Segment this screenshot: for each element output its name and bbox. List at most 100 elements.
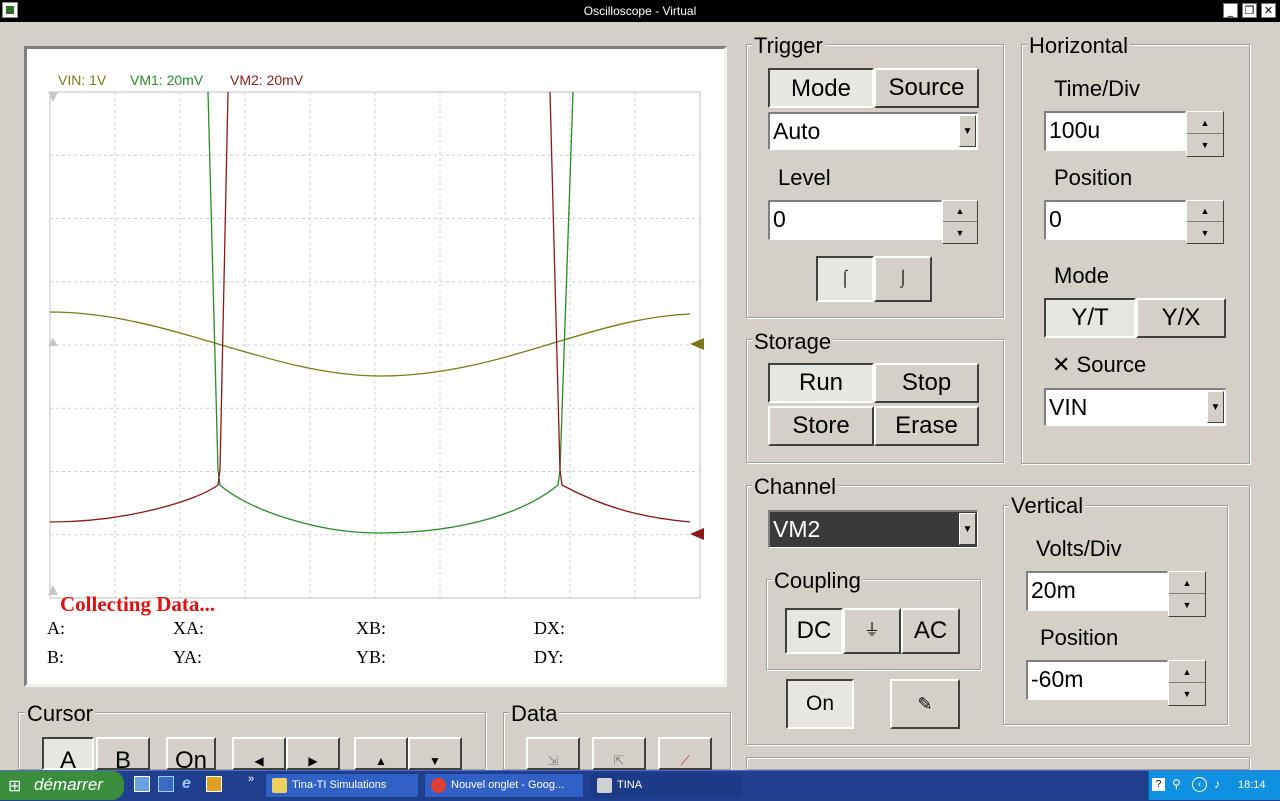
channel-on-button[interactable]: On [786,679,854,729]
trigger-mode-button[interactable]: Mode [768,68,874,108]
ground-coupling-button[interactable]: ⏚ [843,608,901,654]
pen-icon: ✎ [917,694,933,714]
arrow-up-icon[interactable]: ▲ [1187,112,1223,134]
horizontal-position-stepper[interactable]: ▲ ▼ [1186,200,1224,244]
explorer-icon[interactable] [158,776,174,792]
rising-edge-button[interactable]: ⌠ [816,256,874,302]
cursor-left-button[interactable]: ◀ [232,737,286,770]
start-button[interactable]: ⊞ démarrer [0,771,124,800]
arrow-down-icon[interactable]: ▼ [1187,134,1223,156]
chevron-right-icon[interactable]: » [248,773,254,785]
coupling-title: Coupling [772,568,863,593]
arrow-down-icon[interactable]: ▼ [1169,594,1205,616]
yx-mode-button[interactable]: Y/X [1136,298,1226,338]
erase-button[interactable]: Erase [874,406,979,446]
data-graph-button[interactable]: ⟋ [658,737,712,770]
yt-mode-button[interactable]: Y/T [1044,298,1136,338]
chrome-icon [431,778,446,793]
vertical-title: Vertical [1009,493,1086,518]
cursor-right-button[interactable]: ▶ [286,737,340,770]
cursor-b-readout: B: [47,647,65,667]
arrow-down-icon[interactable]: ▼ [943,222,977,243]
scope-screen[interactable] [48,90,712,600]
show-desktop-icon[interactable] [134,776,150,792]
data-export-button[interactable]: ⇱ [592,737,646,770]
status-text: Collecting Data... [60,592,216,616]
cursor-on-button[interactable]: On [166,737,216,774]
horizontal-mode-label: Mode [1054,263,1110,288]
falling-edge-icon: ⌡ [898,270,908,287]
dy-readout: DY: [534,647,564,667]
dc-coupling-button[interactable]: DC [785,608,843,654]
timediv-stepper[interactable]: ▲ ▼ [1186,111,1224,157]
vin-scale-label: VIN: 1V [58,72,107,88]
chevron-down-icon[interactable]: ▼ [1207,391,1224,423]
run-button[interactable]: Run [768,363,874,403]
windows-logo-icon: ⊞ [8,778,22,795]
cursor-a-button[interactable]: A [42,737,94,774]
restore-icon[interactable]: ❐ [1242,3,1257,18]
probe-button[interactable]: ✎ [890,679,960,729]
task-tina[interactable]: TINA [590,773,742,798]
title-bar: Oscilloscope - Virtual _ ❐ ✕ [0,0,1280,22]
xsource-select[interactable]: VIN [1044,388,1226,426]
ya-readout: YA: [173,647,203,667]
trigger-title: Trigger [752,33,825,58]
volume-icon[interactable]: ♪ [1214,777,1220,791]
store-button[interactable]: Store [768,406,874,446]
voltsdiv-input[interactable]: 20m [1026,571,1168,611]
cursor-up-button[interactable]: ▲ [354,737,408,770]
extra-panel [746,757,1250,770]
window-title: Oscilloscope - Virtual [583,4,697,18]
dx-readout: DX: [534,618,565,638]
arrow-up-icon[interactable]: ▲ [943,201,977,222]
vertical-position-stepper[interactable]: ▲ ▼ [1168,660,1206,706]
horizontal-position-label: Position [1054,165,1133,190]
arrow-up-icon[interactable]: ▲ [1187,201,1223,222]
minimize-icon[interactable]: _ [1223,3,1238,18]
cursor-b-button[interactable]: B [96,737,150,774]
media-icon[interactable] [206,776,222,792]
arrow-up-icon[interactable]: ▲ [1169,572,1205,594]
falling-edge-button[interactable]: ⌡ [874,256,932,302]
rising-edge-icon: ⌠ [840,270,850,287]
trigger-level-stepper[interactable]: ▲ ▼ [942,200,978,244]
trigger-mode-select[interactable]: Auto [768,112,978,150]
ac-coupling-button[interactable]: AC [901,608,960,654]
task-chrome[interactable]: Nouvel onglet - Goog... [424,773,584,798]
yb-readout: YB: [356,647,387,667]
arrow-down-icon[interactable]: ▼ [1187,222,1223,243]
network-icon[interactable]: ⚲ [1172,777,1181,791]
scope-grid [49,91,701,599]
internet-explorer-icon[interactable]: e [182,775,198,793]
trigger-level-label: Level [778,165,831,190]
horizontal-title: Horizontal [1027,33,1131,58]
xsource-label: ✕ Source [1052,352,1147,377]
arrow-down-icon[interactable]: ▼ [1169,683,1205,705]
arrow-up-icon[interactable]: ▲ [1169,661,1205,683]
xa-readout: XA: [173,618,204,638]
timediv-input[interactable]: 100u [1044,111,1186,151]
data-import-button[interactable]: ⇲ [526,737,580,770]
vertical-position-input[interactable]: -60m [1026,660,1168,700]
channel-select[interactable]: VM2 [768,510,978,548]
help-icon[interactable]: ? [1152,778,1165,791]
close-icon[interactable]: ✕ [1261,3,1276,18]
vm2-scale-label: VM2: 20mV [230,72,304,88]
trigger-level-input[interactable]: 0 [768,200,942,240]
chevron-down-icon[interactable]: ▼ [959,513,976,545]
cursor-down-button[interactable]: ▼ [408,737,462,770]
vertical-position-label: Position [1040,625,1119,650]
horizontal-position-input[interactable]: 0 [1044,200,1186,240]
folder-icon [272,778,287,793]
cursor-title: Cursor [25,701,96,726]
trigger-source-button[interactable]: Source [874,68,979,108]
storage-title: Storage [752,329,834,354]
tina-icon [597,778,612,793]
timediv-label: Time/Div [1054,76,1140,101]
chevron-left-icon[interactable]: ‹ [1192,777,1207,792]
task-tina-simulations[interactable]: Tina-TI Simulations [265,773,419,798]
voltsdiv-stepper[interactable]: ▲ ▼ [1168,571,1206,617]
chevron-down-icon[interactable]: ▼ [959,115,976,147]
stop-button[interactable]: Stop [874,363,979,403]
